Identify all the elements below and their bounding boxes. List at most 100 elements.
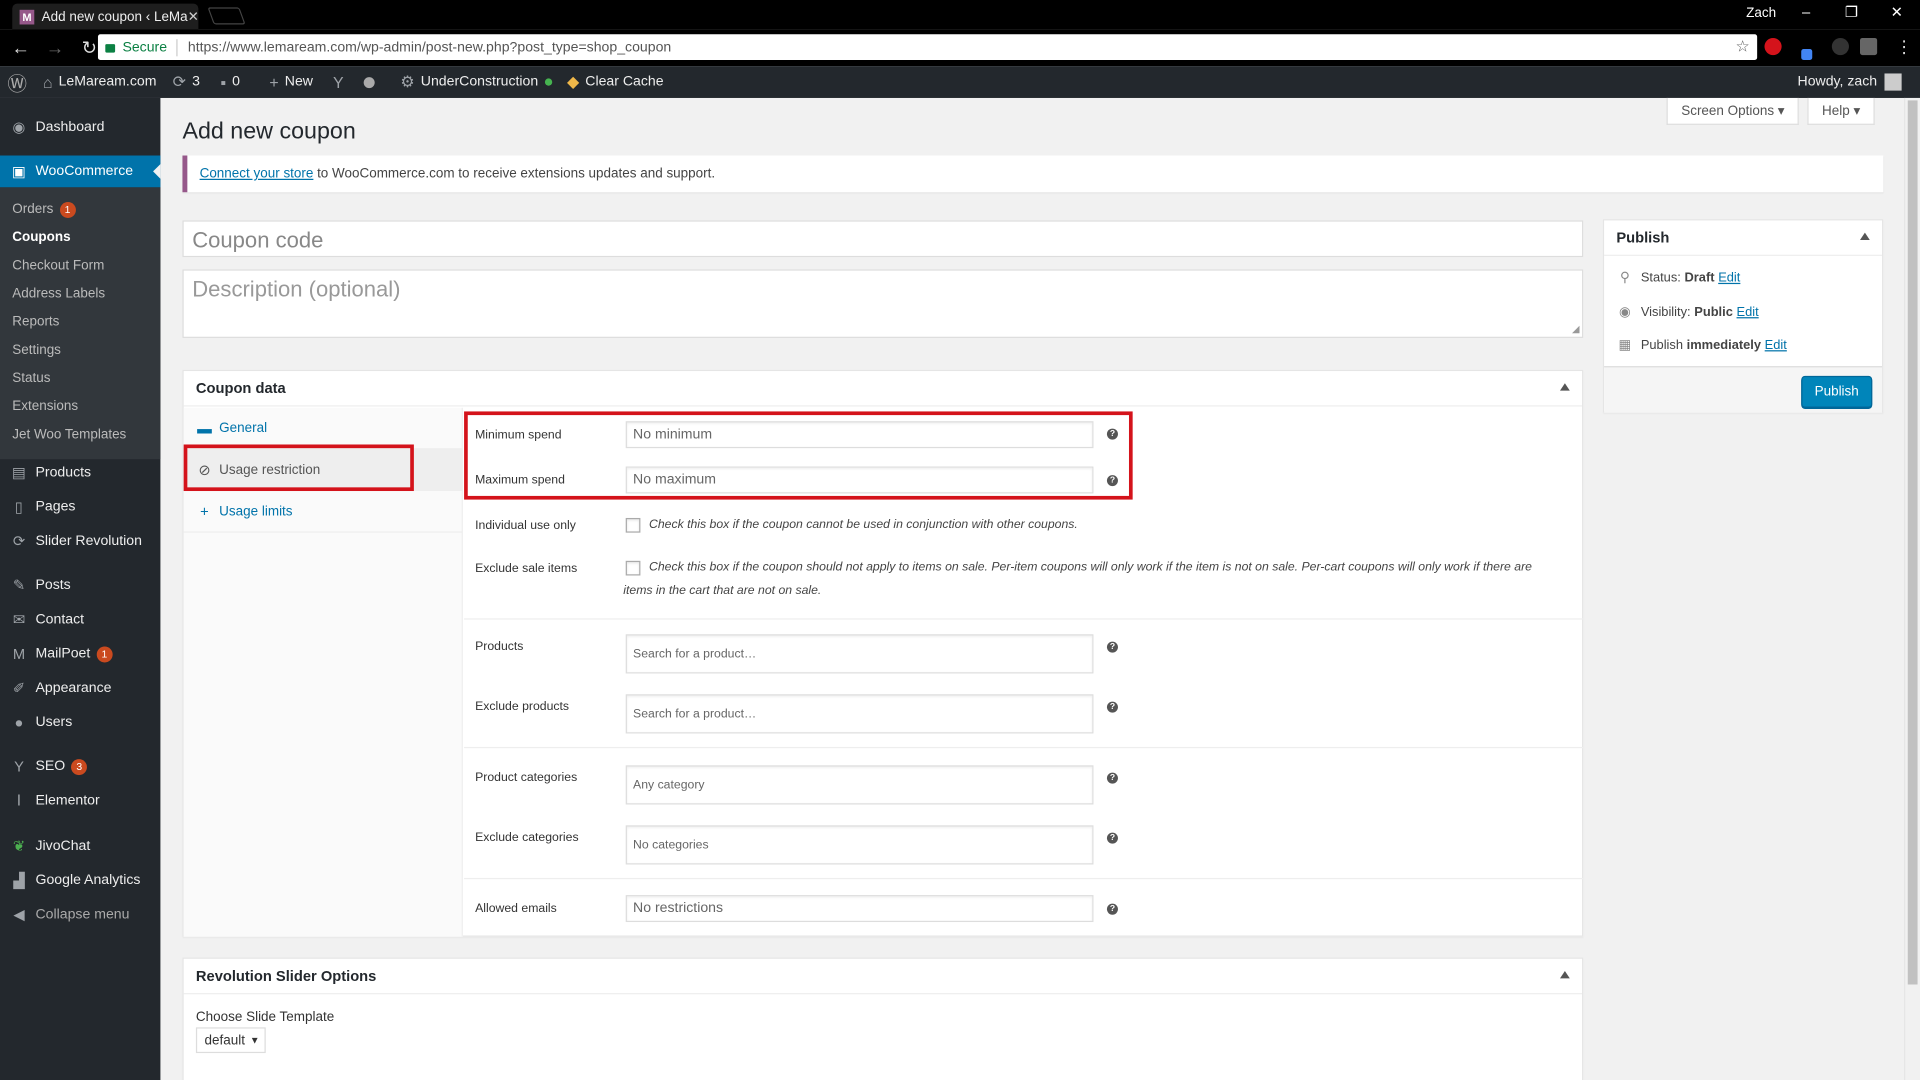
allowed-emails-input[interactable]: No restrictions — [625, 895, 1094, 923]
updates-link[interactable]: ⟳ 3 — [173, 66, 200, 98]
restore-button[interactable]: ❐ — [1839, 4, 1863, 21]
clear-cache-link[interactable]: ◆ Clear Cache — [567, 66, 664, 98]
wordpress-logo-icon[interactable]: Ⓦ — [7, 66, 33, 98]
help-tip-icon[interactable]: ? — [1106, 903, 1118, 915]
back-icon[interactable]: ← — [7, 37, 34, 58]
coupon-code-input[interactable]: Coupon code — [182, 220, 1584, 258]
howdy-label: Howdy, zach — [1797, 74, 1878, 90]
submenu-checkout-form[interactable]: Checkout Form — [12, 258, 104, 273]
menu-elementor[interactable]: Ⅰ Elementor — [0, 785, 160, 817]
under-construction-label: UnderConstruction — [420, 74, 539, 90]
menu-seo[interactable]: Y SEO 3 — [0, 751, 160, 783]
chrome-menu-icon[interactable]: ⋮ — [1896, 37, 1913, 58]
menu-appearance[interactable]: ✐ Appearance — [0, 672, 160, 704]
user-account-link[interactable]: Howdy, zach — [1798, 66, 1902, 98]
scrollbar-thumb[interactable] — [1907, 100, 1918, 985]
description-textarea[interactable]: Description (optional) ◢ — [182, 269, 1584, 338]
products-icon: ▤ — [12, 464, 26, 482]
browser-profile-name[interactable]: Zach — [1746, 6, 1776, 21]
menu-contact[interactable]: ✉ Contact — [0, 604, 160, 636]
browser-tab[interactable]: M Add new coupon ‹ LeMa ✕ — [12, 3, 199, 30]
under-construction-link[interactable]: ⚙ UnderConstruction — [400, 66, 552, 98]
help-button[interactable]: Help ▾ — [1807, 97, 1875, 125]
individual-use-checkbox[interactable] — [625, 517, 641, 533]
products-search-input[interactable]: Search for a product… — [625, 634, 1094, 674]
help-tip-icon[interactable]: ? — [1106, 641, 1118, 653]
close-window-button[interactable]: ✕ — [1884, 4, 1908, 21]
exclude-products-search-input[interactable]: Search for a product… — [625, 694, 1094, 734]
submenu-jet-woo-templates[interactable]: Jet Woo Templates — [12, 427, 126, 442]
extension-blue-icon[interactable] — [1801, 48, 1813, 61]
menu-slider-revolution[interactable]: ⟳ Slider Revolution — [0, 525, 160, 557]
individual-use-description: Check this box if the coupon cannot be u… — [648, 517, 1078, 532]
extension-flag-icon[interactable] — [1831, 37, 1849, 56]
collapse-menu-button[interactable]: ◀ Collapse menu — [0, 899, 160, 931]
exclude-categories-select[interactable]: No categories — [625, 825, 1094, 865]
edit-status-link[interactable]: Edit — [1718, 270, 1740, 285]
submenu-orders[interactable]: Orders 1 — [12, 202, 76, 218]
collapse-arrow-icon[interactable] — [1860, 232, 1870, 241]
chevron-down-icon: ▼ — [249, 1034, 260, 1046]
publish-heading[interactable]: Publish — [1604, 220, 1883, 256]
menu-users[interactable]: ● Users — [0, 707, 160, 739]
submenu-coupons[interactable]: Coupons — [12, 230, 70, 245]
submenu-address-labels[interactable]: Address Labels — [12, 287, 105, 302]
revslider-heading[interactable]: Revolution Slider Options — [183, 959, 1583, 995]
menu-dashboard[interactable]: ◉ Dashboard — [0, 111, 160, 143]
connect-store-link[interactable]: Connect your store — [200, 167, 314, 182]
edit-visibility-link[interactable]: Edit — [1737, 304, 1759, 319]
collapse-arrow-icon[interactable] — [1560, 971, 1570, 979]
menu-label: JivoChat — [35, 838, 91, 854]
edit-date-link[interactable]: Edit — [1765, 337, 1787, 352]
seo-badge: 3 — [71, 758, 88, 775]
address-bar[interactable]: Secure https://www.lemaream.com/wp-admin… — [97, 34, 1758, 61]
forward-icon[interactable]: → — [42, 37, 69, 58]
woocommerce-submenu: Orders 1 Coupons Checkout Form Address La… — [0, 187, 161, 460]
help-tip-icon[interactable]: ? — [1106, 772, 1118, 784]
url-text[interactable]: https://www.lemaream.com/wp-admin/post-n… — [188, 40, 671, 55]
tab-usage-limits[interactable]: + Usage limits — [183, 491, 463, 533]
submenu-status[interactable]: Status — [12, 371, 50, 386]
page-scrollbar[interactable] — [1904, 97, 1920, 1080]
screen-options-button[interactable]: Screen Options ▾ — [1666, 97, 1800, 125]
menu-products[interactable]: ▤ Products — [0, 457, 160, 489]
minimize-button[interactable]: – — [1794, 4, 1818, 21]
yoast-icon[interactable]: Y — [333, 66, 350, 98]
collapse-arrow-icon[interactable] — [1560, 383, 1570, 391]
new-tab-button[interactable] — [207, 7, 246, 25]
submenu-reports[interactable]: Reports — [12, 315, 59, 330]
submenu-settings[interactable]: Settings — [12, 343, 61, 358]
revolution-slider-box: Revolution Slider Options Choose Slide T… — [182, 957, 1584, 1080]
comments-link[interactable]: ▪ 0 — [220, 66, 240, 98]
help-tip-icon[interactable]: ? — [1106, 701, 1118, 713]
menu-jivochat[interactable]: ❦ JivoChat — [0, 830, 160, 862]
tab-general[interactable]: ▬ General — [183, 408, 463, 450]
yoast-icon: Y — [14, 757, 24, 776]
menu-mailpoet[interactable]: M MailPoet 1 — [0, 638, 160, 670]
publish-button[interactable]: Publish — [1801, 375, 1873, 408]
pin-icon: ✎ — [12, 576, 26, 594]
updates-count: 3 — [192, 74, 200, 90]
status-circle-icon[interactable] — [363, 66, 375, 98]
extension-red-icon[interactable] — [1764, 37, 1782, 56]
tab-title: Add new coupon ‹ LeMa — [41, 9, 188, 24]
submenu-extensions[interactable]: Extensions — [12, 399, 78, 414]
new-content-link[interactable]: + New — [269, 66, 313, 98]
menu-label: Collapse menu — [35, 907, 130, 923]
help-tip-icon[interactable]: ? — [1106, 832, 1118, 844]
woocommerce-favicon-icon: M — [19, 9, 35, 24]
menu-label: Contact — [35, 612, 85, 627]
resize-handle-icon[interactable]: ◢ — [1572, 323, 1580, 334]
product-categories-select[interactable]: Any category — [625, 765, 1094, 805]
bookmark-star-icon[interactable]: ☆ — [1736, 37, 1750, 57]
menu-posts[interactable]: ✎ Posts — [0, 569, 160, 601]
site-name-link[interactable]: ⌂ LeMaream.com — [43, 66, 157, 98]
menu-pages[interactable]: ▯ Pages — [0, 491, 160, 523]
menu-google-analytics[interactable]: ▟ Google Analytics — [0, 864, 160, 896]
usage-restriction-highlight-box — [183, 444, 414, 492]
slide-template-select[interactable]: default ▼ — [195, 1027, 266, 1054]
tab-close-icon[interactable]: ✕ — [188, 9, 199, 25]
camera-icon[interactable] — [1860, 37, 1878, 56]
menu-woocommerce[interactable]: ▣ WooCommerce — [0, 155, 161, 188]
coupon-data-heading[interactable]: Coupon data — [183, 371, 1583, 407]
